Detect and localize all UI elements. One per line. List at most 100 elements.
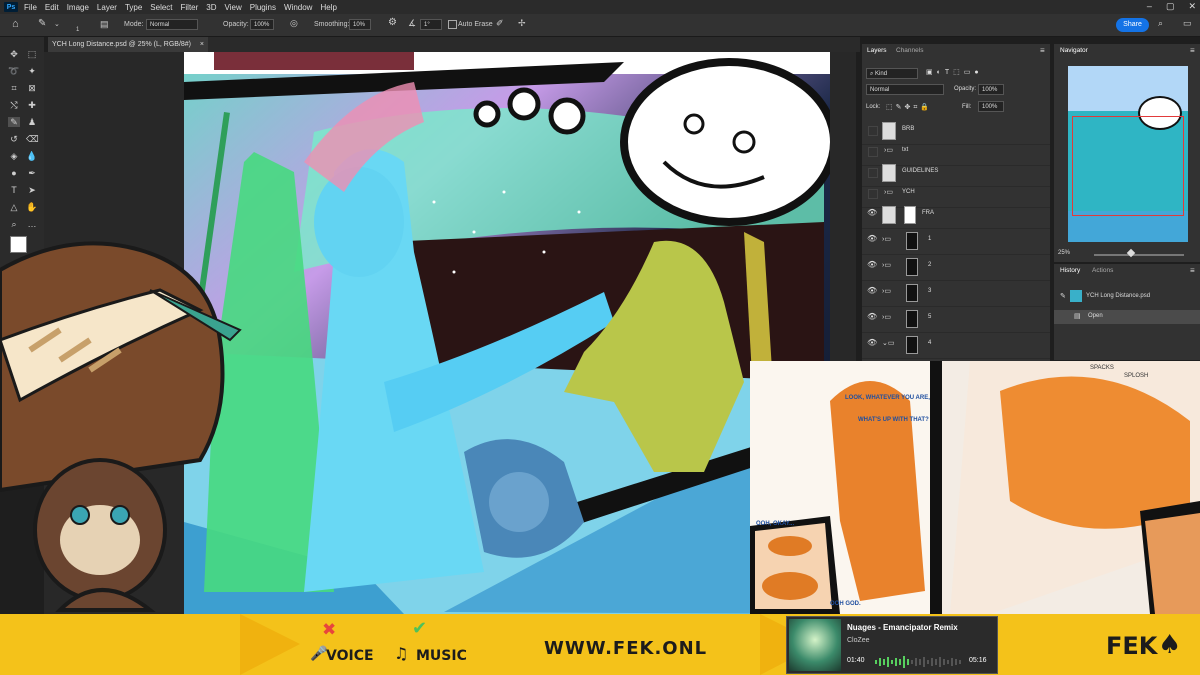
menu-filter[interactable]: Filter [181,3,199,12]
layer-opacity-field[interactable]: 100% [978,84,1004,95]
maximize-icon[interactable]: ▢ [1166,1,1175,12]
visibility-toggle[interactable] [868,168,878,178]
menu-select[interactable]: Select [150,3,172,12]
healing-brush-icon[interactable]: ✚ [26,100,38,110]
more-tools-icon[interactable]: … [26,219,38,229]
visibility-toggle[interactable] [868,189,878,199]
opacity-field[interactable]: 100% [250,19,274,30]
close-tab-icon[interactable]: × [200,37,204,52]
eye-icon[interactable]: 👁 [867,312,877,321]
tab-layers[interactable]: Layers [867,47,887,54]
auto-erase-checkbox[interactable] [448,20,457,29]
tab-history[interactable]: History [1060,267,1080,274]
zoom-slider[interactable] [1094,254,1184,256]
magic-wand-icon[interactable]: ✦ [26,66,38,76]
type-tool-icon[interactable]: T [8,185,20,195]
photoshop-logo[interactable]: Ps [4,2,18,12]
crop-tool-icon[interactable]: ⌗ [8,83,20,93]
angle-field[interactable]: 1° [420,19,442,30]
lock-icons[interactable]: ⬚✎✥⌗🔒 [886,103,932,112]
hand-tool-icon[interactable]: ✋ [26,202,38,212]
frame-tool-icon[interactable]: ⊠ [26,83,38,93]
layer-row-5[interactable]: 👁 ›▭ 5 [862,306,1050,333]
layer-mask-thumbnail [906,336,918,354]
history-item-open[interactable]: ▤ Open [1054,310,1200,324]
eye-icon[interactable]: 👁 [867,234,877,243]
layer-filter-select[interactable]: ⌕ Kind [866,68,918,79]
menu-type[interactable]: Type [125,3,142,12]
panel-menu-icon[interactable]: ≡ [1190,266,1195,275]
eye-icon[interactable]: 👁 [867,260,877,269]
music-label: MUSIC [416,648,467,664]
layer-mask-thumbnail [906,232,918,250]
path-select-icon[interactable]: ➤ [26,185,38,195]
layer-name: BRB [902,126,915,132]
menu-edit[interactable]: Edit [45,3,59,12]
clone-stamp-icon[interactable]: ♟ [26,117,38,127]
paint-bucket-icon[interactable]: ◈ [8,151,20,161]
layer-row-4[interactable]: 👁 ⌄▭ 4 [862,332,1050,359]
fill-field[interactable]: 100% [978,101,1004,112]
tab-channels[interactable]: Channels [896,47,923,54]
eye-icon[interactable]: 👁 [867,338,877,347]
gear-icon[interactable]: ⚙ [388,17,397,28]
blur-tool-icon[interactable]: 💧 [26,151,38,161]
symmetry-icon[interactable]: ✢ [518,18,526,29]
lasso-tool-icon[interactable]: ➰ [8,66,20,76]
eyedropper-icon[interactable]: ⤭ [8,100,20,110]
brush-settings-icon[interactable]: ▤ [100,19,109,30]
panel-menu-icon[interactable]: ≡ [1190,46,1195,55]
eye-icon[interactable]: 👁 [867,286,877,295]
menu-3d[interactable]: 3D [206,3,216,12]
home-icon[interactable]: ⌂ [12,18,19,30]
smoothing-field[interactable]: 10% [349,19,371,30]
speech-text-2: WHAT'S UP WITH THAT? [858,417,929,423]
close-window-icon[interactable]: ✕ [1188,1,1196,12]
pressure-opacity-icon[interactable]: ◎ [290,18,298,29]
eraser-icon[interactable]: ⌫ [26,134,39,144]
track-artist: CloZee [847,637,870,644]
menu-view[interactable]: View [225,3,242,12]
mode-select[interactable]: Normal [146,19,198,30]
blend-mode-select[interactable]: Normal [866,84,944,95]
menu-file[interactable]: File [24,3,37,12]
layer-row-3[interactable]: 👁 ›▭ 3 [862,280,1050,307]
document-tab[interactable]: YCH Long Distance.psd @ 25% (L, RGB/8#) … [48,37,208,52]
pressure-size-icon[interactable]: ✐ [496,18,504,29]
comic-artwork-canvas[interactable] [184,52,830,614]
minimize-icon[interactable]: – [1147,1,1152,12]
visibility-toggle[interactable] [868,126,878,136]
layer-row-1[interactable]: 👁 ›▭ 1 [862,228,1050,255]
layer-row-fra[interactable]: 👁 FRA [862,202,1050,229]
history-snapshot[interactable]: ✎ YCH Long Distance.psd [1056,288,1196,306]
dodge-tool-icon[interactable]: ● [8,168,20,178]
brush-tool-icon[interactable]: ✎ [38,18,46,29]
marquee-tool-icon[interactable]: ⬚ [26,49,38,59]
brush-tool-icon[interactable]: ✎ [8,117,20,127]
workspace-icon[interactable]: ▭ [1183,18,1192,29]
document-tab-title: YCH Long Distance.psd @ 25% (L, RGB/8#) [52,41,192,48]
menu-help[interactable]: Help [320,3,336,12]
shape-tool-icon[interactable]: △ [8,202,20,212]
tab-navigator[interactable]: Navigator [1060,47,1088,54]
history-item-label: Open [1088,313,1103,319]
eye-icon[interactable]: 👁 [867,208,877,217]
tool-preset-chevron-icon[interactable]: ⌄ [54,20,60,28]
move-tool-icon[interactable]: ✥ [8,49,20,59]
zoom-tool-icon[interactable]: ⌕ [8,219,20,229]
navigator-preview[interactable] [1068,66,1188,242]
panel-menu-icon[interactable]: ≡ [1040,46,1045,55]
menu-image[interactable]: Image [67,3,89,12]
tab-actions[interactable]: Actions [1092,267,1113,274]
layer-filter-icons[interactable]: ▣◐T⬚▭● [926,68,983,76]
layer-row-2[interactable]: 👁 ›▭ 2 [862,254,1050,281]
menu-layer[interactable]: Layer [97,3,117,12]
visibility-toggle[interactable] [868,147,878,157]
history-brush-icon[interactable]: ↺ [8,134,20,144]
pen-tool-icon[interactable]: ✒ [26,168,38,178]
menu-window[interactable]: Window [284,3,312,12]
share-button[interactable]: Share [1116,18,1149,32]
menu-plugins[interactable]: Plugins [250,3,276,12]
layer-mask-thumbnail [906,310,918,328]
search-icon[interactable]: ⌕ [1158,18,1163,29]
